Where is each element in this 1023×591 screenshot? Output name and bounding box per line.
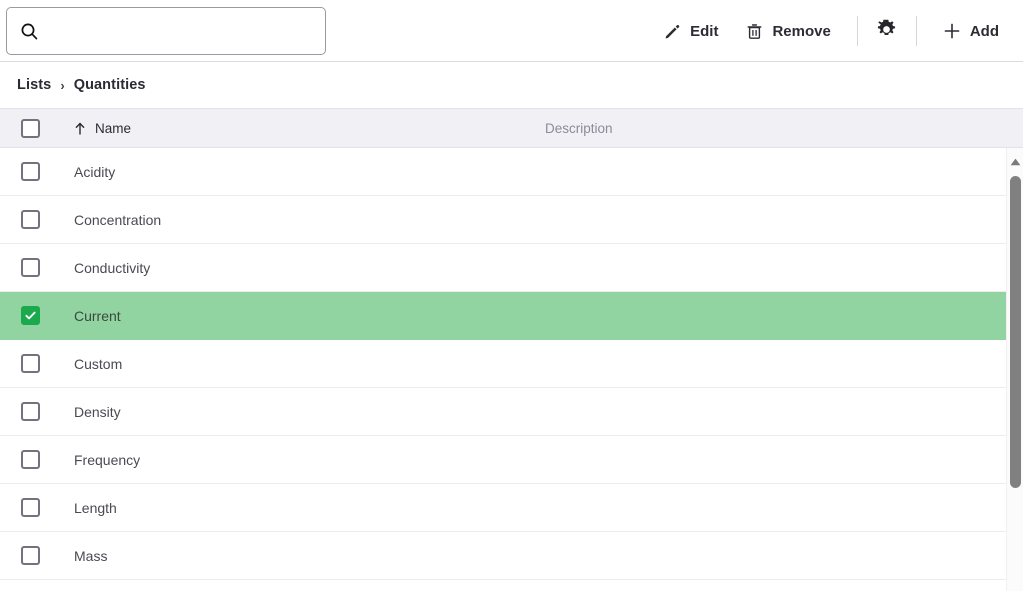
table-row[interactable]: Current — [0, 292, 1023, 340]
search-icon — [19, 21, 39, 41]
row-checkbox[interactable] — [21, 546, 40, 565]
row-name: Mass — [74, 547, 108, 564]
remove-button-label: Remove — [772, 22, 831, 40]
plus-icon — [943, 22, 961, 40]
row-name: Custom — [74, 355, 123, 372]
toolbar-divider — [856, 16, 858, 46]
select-all-cell[interactable] — [0, 118, 74, 138]
row-checkbox[interactable] — [21, 306, 40, 325]
row-name: Current — [74, 307, 121, 324]
row-checkbox[interactable] — [21, 498, 40, 517]
row-checkbox[interactable] — [21, 402, 40, 421]
scrollbar-thumb[interactable] — [1010, 176, 1021, 488]
list-body: Acidity Concentration Conductivity Current C… — [0, 148, 1023, 591]
row-name: Density — [74, 403, 121, 420]
table-row[interactable]: Acidity — [0, 148, 1023, 196]
edit-button-label: Edit — [690, 22, 719, 40]
row-checkbox-cell[interactable] — [0, 258, 74, 277]
toolbar-divider-2 — [915, 16, 917, 46]
trash-icon — [746, 23, 763, 40]
column-header-description-label: Description — [545, 120, 613, 136]
settings-button[interactable] — [870, 14, 904, 48]
row-checkbox-cell[interactable] — [0, 210, 74, 229]
table-rows: Acidity Concentration Conductivity Current C… — [0, 148, 1023, 580]
breadcrumb-item-lists[interactable]: Lists — [17, 77, 51, 93]
row-checkbox-cell[interactable] — [0, 162, 74, 181]
row-checkbox[interactable] — [21, 354, 40, 373]
table-row[interactable]: Mass — [0, 532, 1023, 580]
row-checkbox-cell[interactable] — [0, 354, 74, 373]
column-header-name-label: Name — [95, 120, 132, 136]
breadcrumb: Lists › Quantities — [0, 62, 1023, 108]
table-row[interactable]: Density — [0, 388, 1023, 436]
edit-button[interactable]: Edit — [650, 15, 732, 48]
row-checkbox-cell[interactable] — [0, 306, 74, 325]
add-button-label: Add — [969, 22, 999, 40]
search-box[interactable] — [6, 6, 326, 55]
scroll-up-button[interactable] — [1007, 158, 1023, 166]
row-name: Conductivity — [74, 259, 151, 276]
row-checkbox-cell[interactable] — [0, 498, 74, 517]
row-name: Acidity — [74, 163, 116, 180]
table-header-row: Name Description — [0, 108, 1023, 148]
column-header-description[interactable]: Description — [545, 121, 1023, 136]
row-name: Frequency — [74, 451, 141, 468]
table-row[interactable]: Custom — [0, 340, 1023, 388]
table-row[interactable]: Length — [0, 484, 1023, 532]
triangle-up-icon — [1010, 158, 1021, 166]
row-checkbox-cell[interactable] — [0, 402, 74, 421]
search-input[interactable] — [39, 7, 313, 54]
row-checkbox[interactable] — [21, 450, 40, 469]
table-row[interactable]: Concentration — [0, 196, 1023, 244]
row-name: Concentration — [74, 211, 162, 228]
top-toolbar: Edit Remove Add — [0, 0, 1023, 62]
table-row[interactable]: Conductivity — [0, 244, 1023, 292]
remove-button[interactable]: Remove — [732, 15, 844, 48]
row-checkbox[interactable] — [21, 162, 40, 181]
breadcrumb-separator-icon: › — [60, 77, 65, 93]
row-checkbox-cell[interactable] — [0, 546, 74, 565]
row-checkbox-cell[interactable] — [0, 450, 74, 469]
row-name: Length — [74, 499, 117, 516]
row-checkbox[interactable] — [21, 210, 40, 229]
add-button[interactable]: Add — [929, 14, 1013, 48]
row-checkbox[interactable] — [21, 258, 40, 277]
column-header-name[interactable]: Name — [74, 121, 545, 136]
breadcrumb-item-quantities[interactable]: Quantities — [74, 77, 146, 93]
arrow-up-icon — [74, 122, 86, 135]
pencil-icon — [664, 23, 681, 40]
select-all-checkbox[interactable] — [21, 118, 40, 138]
vertical-scrollbar[interactable] — [1006, 148, 1023, 591]
gear-icon — [875, 18, 898, 44]
toolbar-actions: Edit Remove Add — [650, 0, 1013, 62]
table-row[interactable]: Frequency — [0, 436, 1023, 484]
